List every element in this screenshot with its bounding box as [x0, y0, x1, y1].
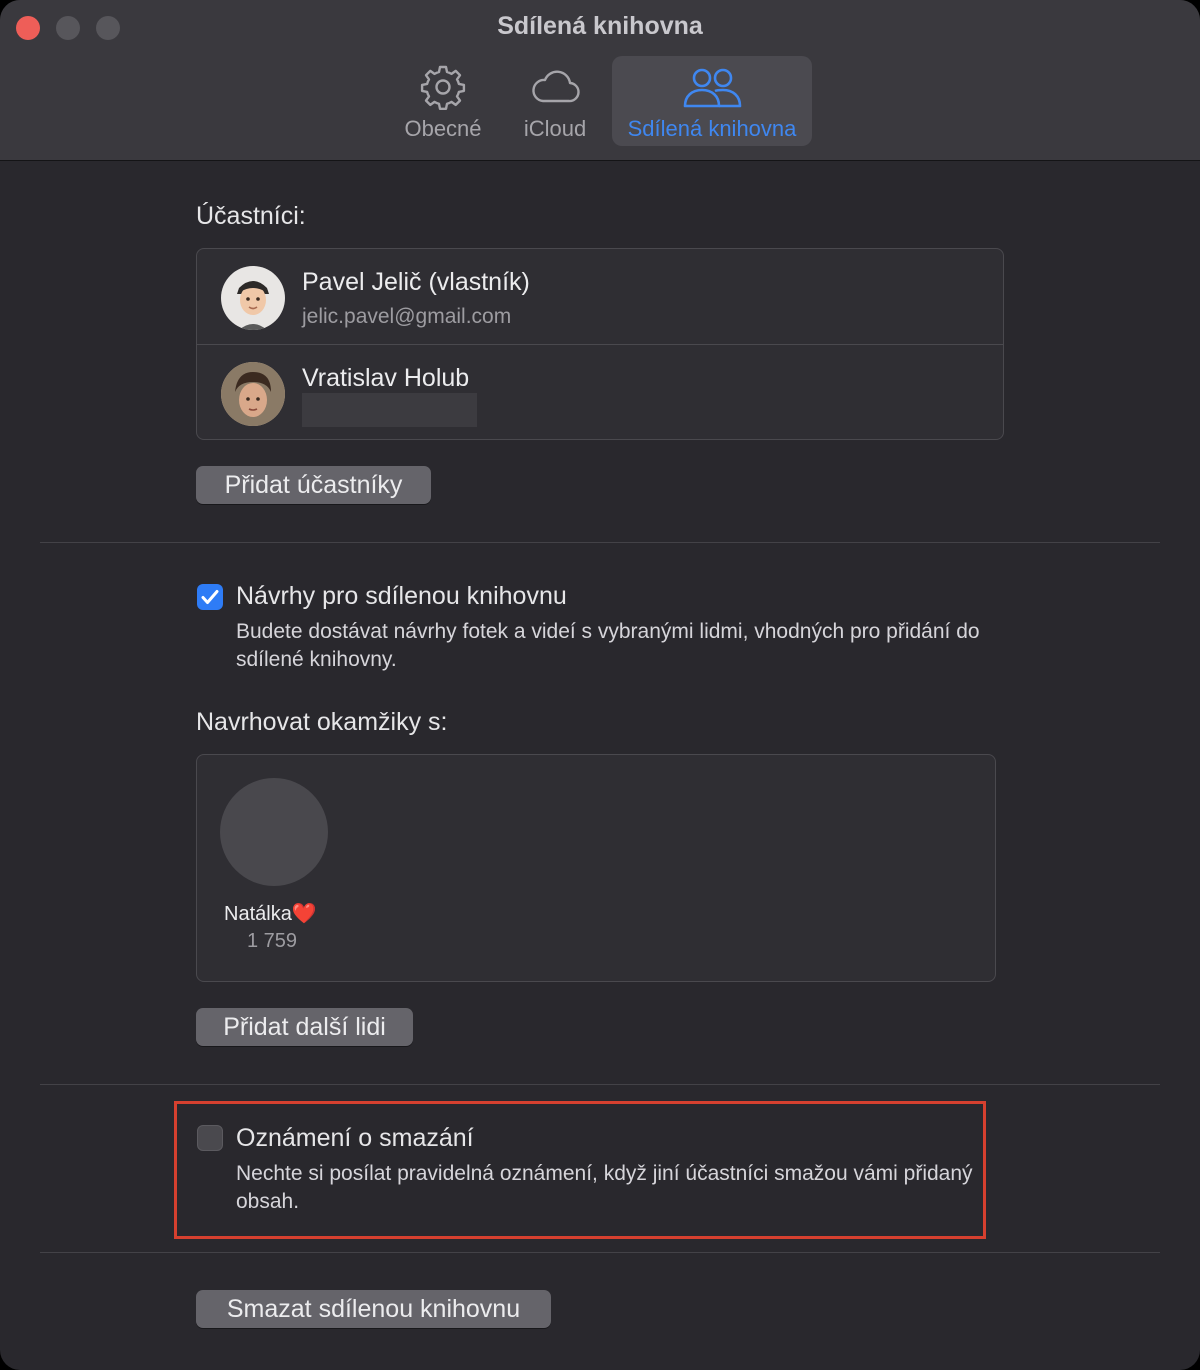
participant-name: Vratislav Holub [302, 364, 470, 392]
gear-icon [420, 65, 466, 110]
tab-shared-library[interactable]: Sdílená knihovna [612, 56, 812, 146]
person-thumbnail [220, 778, 328, 886]
delete-shared-library-button[interactable]: Smazat sdílenou knihovnu [196, 1290, 551, 1328]
participants-heading: Účastníci: [196, 202, 306, 230]
divider [40, 542, 1160, 543]
window-title: Sdílená knihovna [497, 12, 703, 40]
tab-icloud-label: iCloud [523, 116, 587, 141]
moments-heading: Navrhovat okamžiky s: [196, 708, 448, 736]
add-participants-button[interactable]: Přidat účastníky [196, 466, 431, 504]
person-photo-count: 1 759 [247, 930, 298, 952]
participants-list: Pavel Jelič (vlastník) jelic.pavel@gmail… [196, 248, 1004, 440]
avatar [221, 266, 285, 330]
moments-people-list: Natálka❤️ 1 759 [196, 754, 996, 982]
redacted-email [302, 393, 477, 427]
participant-row[interactable]: Pavel Jelič (vlastník) jelic.pavel@gmail… [197, 249, 1003, 345]
suggestions-label[interactable]: Návrhy pro sdílenou knihovnu [236, 582, 567, 611]
divider [40, 1252, 1160, 1253]
toolbar: Sdílená knihovna Obecné iCloud Sdílená k… [0, 0, 1200, 161]
tab-general-label: Obecné [404, 116, 482, 141]
participant-row[interactable]: Vratislav Holub [197, 345, 1003, 440]
checkmark-icon [201, 590, 219, 604]
person-name: Natálka❤️ [224, 903, 317, 925]
cloud-icon [532, 70, 580, 103]
tab-shared-library-label: Sdílená knihovna [627, 116, 797, 141]
participant-name: Pavel Jelič (vlastník) [302, 268, 530, 296]
tab-icloud[interactable]: iCloud [510, 56, 600, 146]
suggestions-description: Budete dostávat návrhy fotek a videí s v… [236, 620, 980, 671]
preferences-window: Sdílená knihovna Obecné iCloud Sdílená k… [0, 0, 1200, 1370]
avatar [221, 362, 285, 426]
suggestions-checkbox[interactable] [197, 584, 223, 610]
add-more-people-button[interactable]: Přidat další lidi [196, 1008, 413, 1046]
people-icon [683, 68, 742, 108]
divider [40, 1084, 1160, 1085]
participant-email: jelic.pavel@gmail.com [302, 305, 512, 328]
heart-emoji: ❤️ [291, 903, 317, 925]
tab-general[interactable]: Obecné [396, 56, 490, 146]
highlight-box [174, 1101, 986, 1239]
